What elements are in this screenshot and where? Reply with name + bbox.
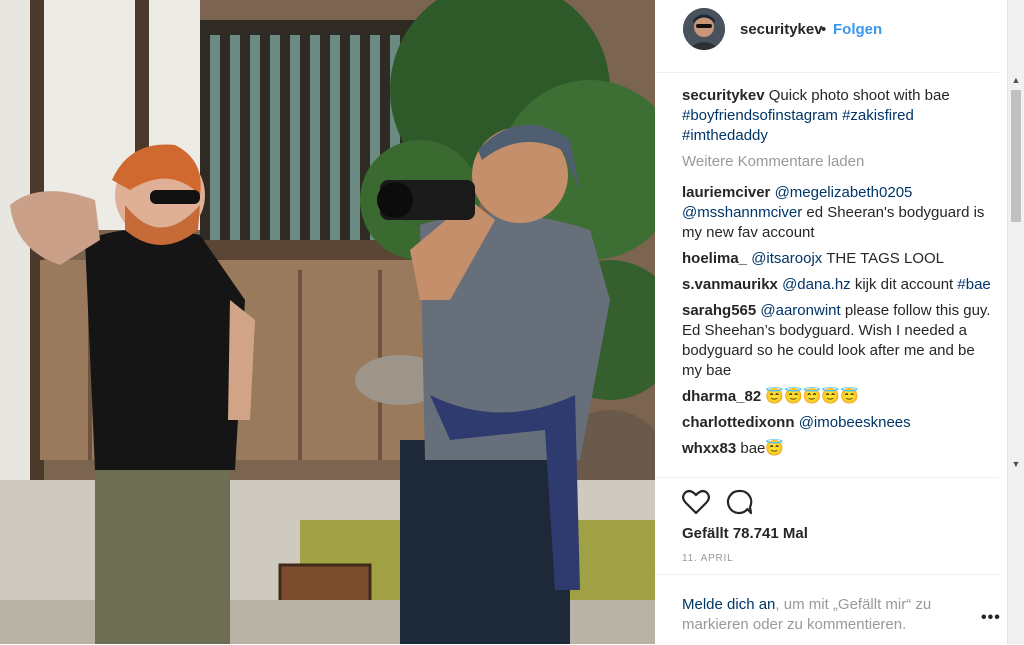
scroll-up-arrow-icon[interactable]: ▲	[1008, 74, 1024, 86]
scroll-thumb[interactable]	[1011, 90, 1021, 222]
avatar-image	[683, 8, 725, 50]
hashtag-link[interactable]: #zakisfired	[842, 107, 914, 124]
load-more-comments-button[interactable]: Weitere Kommentare laden	[682, 152, 992, 172]
post-author-username[interactable]: securitykev	[740, 21, 823, 38]
comment-username[interactable]: s.vanmaurikx	[682, 276, 778, 293]
caption-username[interactable]: securitykev	[682, 87, 765, 104]
comment-item: sarahg565 @aaronwint please follow this …	[682, 301, 992, 381]
comment-username[interactable]: dharma_82	[682, 388, 761, 405]
mention-link[interactable]: @aaronwint	[760, 302, 840, 319]
login-link[interactable]: Melde dich an	[682, 596, 775, 613]
caption: securitykev Quick photo shoot with bae #…	[682, 86, 992, 146]
comment-username[interactable]: sarahg565	[682, 302, 756, 319]
comment-item: dharma_82 😇😇😇😇😇	[682, 387, 992, 407]
comment-username[interactable]: lauriemciver	[682, 184, 770, 201]
comment-item: s.vanmaurikx @dana.hz kijk dit account #…	[682, 275, 992, 295]
hashtag-link[interactable]: #imthedaddy	[682, 127, 768, 144]
comment-username[interactable]: charlottedixonn	[682, 414, 795, 431]
comment-item: charlottedixonn @imobeesknees	[682, 413, 992, 433]
comment-username[interactable]: hoelima_	[682, 250, 747, 267]
more-options-button[interactable]: •••	[981, 609, 1001, 627]
post-header: securitykev • Folgen	[655, 0, 999, 73]
mention-link[interactable]: @dana.hz	[782, 276, 851, 293]
login-prompt-text: Melde dich an, um mit „Gefällt mir“ zu m…	[682, 595, 952, 635]
follow-button[interactable]: Folgen	[833, 21, 882, 38]
comment-text: 😇😇😇😇😇	[765, 388, 859, 405]
separator-dot: •	[821, 21, 827, 38]
comments-list: securitykev Quick photo shoot with bae #…	[682, 86, 992, 476]
heart-outline-icon[interactable]	[681, 488, 711, 516]
post-photo[interactable]	[0, 0, 655, 644]
comment-item: whxx83 bae😇	[682, 439, 992, 459]
hashtag-link[interactable]: #bae	[957, 276, 990, 293]
mention-link[interactable]: @itsaroojx	[751, 250, 822, 267]
post-actions	[655, 477, 999, 518]
avatar[interactable]	[683, 8, 725, 50]
comment-item: hoelima_ @itsaroojx THE TAGS LOOL	[682, 249, 992, 269]
comment-text: THE TAGS LOOL	[822, 250, 945, 267]
comment-username[interactable]: whxx83	[682, 440, 736, 457]
speech-bubble-icon[interactable]	[725, 488, 753, 516]
mention-link[interactable]: @megelizabeth0205	[775, 184, 913, 201]
scrollbar[interactable]: ▲ ▼	[1007, 0, 1024, 644]
mention-link[interactable]: @imobeesknees	[799, 414, 911, 431]
comment-item: lauriemciver @megelizabeth0205 @msshannm…	[682, 183, 992, 243]
caption-text: Quick photo shoot with bae	[764, 87, 950, 104]
post-photo-illustration	[0, 0, 655, 644]
post-date: 11. APRIL	[682, 553, 734, 564]
hashtag-link[interactable]: #boyfriendsofinstagram	[682, 107, 838, 124]
scroll-down-arrow-icon[interactable]: ▼	[1008, 458, 1024, 470]
comment-text: kijk dit account	[850, 276, 958, 293]
comment-text: bae😇	[740, 440, 785, 457]
post-sidebar: securitykev • Folgen securitykev Quick p…	[655, 0, 1007, 644]
likes-count[interactable]: Gefällt 78.741 Mal	[682, 525, 808, 542]
login-prompt: Melde dich an, um mit „Gefällt mir“ zu m…	[655, 574, 1001, 645]
mention-link[interactable]: @msshannmciver	[682, 204, 802, 221]
